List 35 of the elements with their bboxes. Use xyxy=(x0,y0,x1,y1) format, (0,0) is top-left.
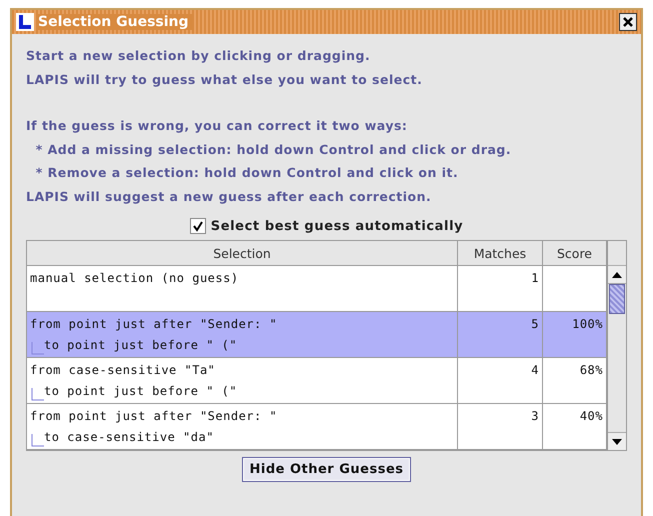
table-cell: 40% xyxy=(543,404,607,450)
checkbox-label: Select best guess automatically xyxy=(210,218,464,234)
scroll-down-icon[interactable] xyxy=(612,438,622,444)
table-cell: 4 xyxy=(458,358,543,404)
app-icon xyxy=(16,13,34,31)
instruction-text: Start a new selection by clicking or dragging. xyxy=(26,47,372,65)
table-cell[interactable]: manual selection (no guess) xyxy=(27,266,458,312)
tree-connector-icon xyxy=(30,388,44,402)
scrollbar[interactable] xyxy=(607,241,626,450)
table-cell[interactable]: from point just after "Sender: " to point just before " (" xyxy=(27,312,458,358)
scroll-thumb[interactable] xyxy=(609,284,625,314)
hide-guesses-button[interactable]: Hide Other Guesses xyxy=(242,457,411,482)
table-cell[interactable]: from case-sensitive "Ta" to point just before " (" xyxy=(27,358,458,404)
close-icon xyxy=(622,16,634,28)
column-header[interactable]: Matches xyxy=(458,241,543,266)
instruction-text: * Add a missing selection: hold down Control and click or drag. xyxy=(34,140,512,159)
table-cell: 68% xyxy=(543,358,607,404)
instruction-text: LAPIS will suggest a new guess after each correction. xyxy=(26,188,432,206)
instruction-text: If the guess is wrong, you can correct it two ways: xyxy=(26,117,408,135)
table-cell[interactable]: from point just after "Sender: " to case-sensitive "da" xyxy=(27,404,458,450)
tree-connector-icon xyxy=(30,342,44,356)
tree-connector-icon xyxy=(30,434,44,448)
window-title: Selection Guessing xyxy=(38,14,193,30)
instruction-text: * Remove a selection: hold down Control and click on it. xyxy=(34,164,460,182)
column-header[interactable]: Selection xyxy=(27,241,458,266)
scroll-up-icon[interactable] xyxy=(612,272,622,278)
close-button[interactable] xyxy=(619,13,637,31)
table-cell: 5 xyxy=(458,312,543,358)
table-cell: 100% xyxy=(543,312,607,358)
instruction-text: LAPIS will try to guess what else you want to select. xyxy=(26,70,424,89)
column-header[interactable]: Score xyxy=(543,241,607,266)
table-cell: 1 xyxy=(458,266,543,312)
table-cell: 3 xyxy=(458,404,543,450)
checkbox[interactable] xyxy=(190,218,206,234)
table-cell xyxy=(543,266,607,312)
